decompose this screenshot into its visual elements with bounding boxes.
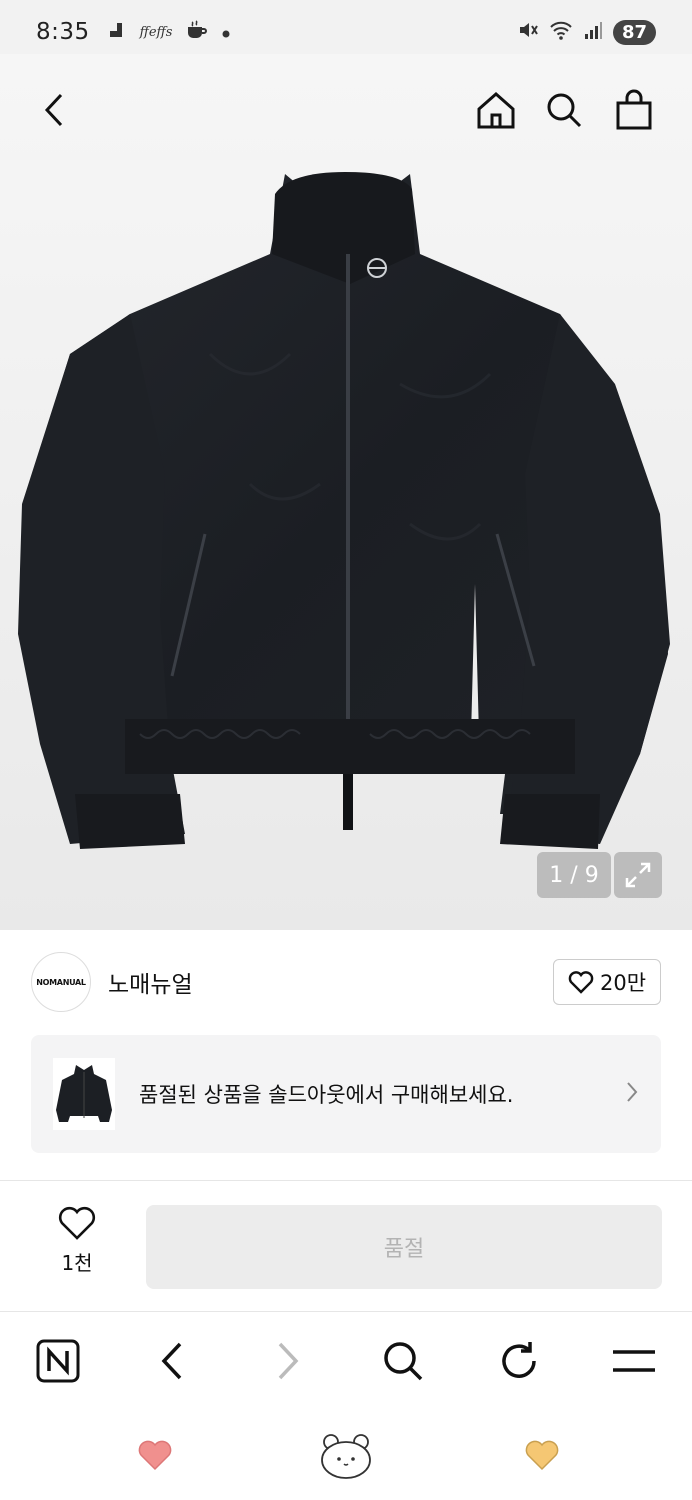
notification-icons: ffeffs: [108, 20, 231, 44]
back-button[interactable]: [26, 82, 82, 138]
hamburger-menu-icon: [613, 1350, 655, 1372]
brand-like-button[interactable]: 20만: [553, 959, 661, 1005]
bear-face-icon: [321, 1434, 371, 1479]
naver-home-button[interactable]: [32, 1335, 84, 1387]
brand-row: NOMANUAL 노매뉴얼 20만: [0, 930, 692, 1034]
status-time: 8:35: [36, 19, 90, 45]
status-right: 87: [517, 19, 656, 45]
home-icon: [477, 91, 515, 129]
app-icon: [108, 21, 126, 43]
chevron-left-icon: [44, 93, 63, 127]
dot-icon: [222, 23, 230, 42]
pink-heart-button[interactable]: [125, 1427, 185, 1483]
search-button[interactable]: [536, 82, 592, 138]
mute-icon: [517, 19, 539, 45]
browser-toolbar: [0, 1313, 692, 1405]
expand-button[interactable]: [614, 852, 662, 898]
signal-icon: [583, 20, 603, 44]
menu-button[interactable]: [608, 1335, 660, 1387]
battery-badge: 87: [612, 19, 656, 45]
search-icon: [547, 93, 582, 128]
reload-button[interactable]: [493, 1335, 545, 1387]
browser-forward-button[interactable]: [262, 1335, 314, 1387]
expand-icon: [625, 862, 651, 888]
notif-text: ffeffs: [139, 24, 173, 40]
browser-search-button[interactable]: [377, 1335, 429, 1387]
heart-outline-icon: [568, 971, 594, 994]
purchase-bar: 1천 품절: [0, 1180, 692, 1312]
chevron-left-icon: [161, 1342, 182, 1380]
bottom-nav: [0, 1405, 692, 1500]
coffee-icon: [186, 20, 208, 44]
cart-button[interactable]: [606, 82, 662, 138]
browser-back-button[interactable]: [146, 1335, 198, 1387]
soldout-banner[interactable]: 품절된 상품을 솔드아웃에서 구매해보세요.: [31, 1035, 661, 1153]
chevron-right-icon: [625, 1081, 639, 1107]
wishlist-button[interactable]: 1천: [48, 1205, 106, 1285]
home-button[interactable]: [468, 82, 524, 138]
brand-name[interactable]: 노매뉴얼: [108, 965, 193, 999]
top-nav: [0, 82, 692, 142]
brand-logo[interactable]: NOMANUAL: [31, 952, 91, 1012]
chevron-right-icon: [278, 1342, 299, 1380]
bear-button[interactable]: [316, 1427, 376, 1483]
yellow-heart-button[interactable]: [512, 1427, 572, 1483]
banner-thumbnail: [53, 1058, 115, 1130]
soldout-button[interactable]: 품절: [146, 1205, 662, 1289]
reload-icon: [502, 1342, 536, 1378]
product-image: [18, 172, 670, 849]
image-counter: 1 / 9: [537, 852, 611, 898]
shopping-bag-icon: [616, 89, 652, 130]
naver-n-icon: [36, 1339, 80, 1383]
brand-like-count: 20만: [599, 971, 647, 995]
yellow-heart-icon: [525, 1440, 559, 1471]
pink-heart-icon: [138, 1440, 172, 1471]
heart-outline-icon: [58, 1206, 96, 1240]
product-image-carousel[interactable]: 1 / 9: [0, 54, 692, 930]
search-icon: [384, 1342, 423, 1381]
wifi-icon: [549, 19, 573, 45]
banner-text: 품절된 상품을 솔드아웃에서 구매해보세요.: [139, 1083, 514, 1107]
wishlist-count: 1천: [61, 1251, 93, 1275]
